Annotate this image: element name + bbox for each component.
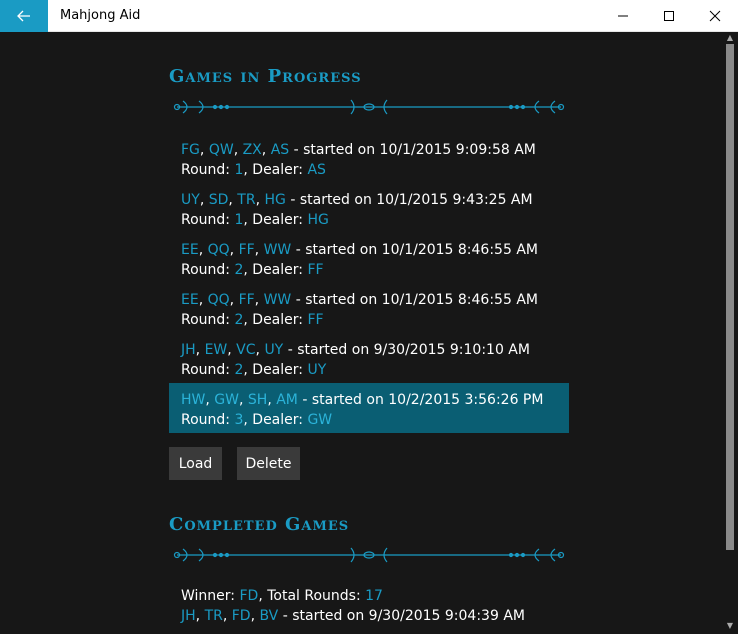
back-arrow-icon (17, 10, 30, 22)
game-list-item-selected[interactable]: HW, GW, SH, AM - started on 10/2/2015 3:… (169, 383, 569, 433)
game-list-item[interactable]: EE, QQ, FF, WW - started on 10/1/2015 8:… (169, 233, 569, 283)
game-round-line: Round: 3, Dealer: GW (181, 412, 333, 428)
maximize-icon (664, 11, 674, 21)
game-list-item[interactable]: EE, QQ, FF, WW - started on 10/1/2015 8:… (169, 283, 569, 333)
minimize-icon (618, 15, 628, 17)
app-title: Mahjong Aid (60, 8, 141, 23)
close-button[interactable] (692, 0, 738, 32)
game-players-line: JH, EW, VC, UY - started on 9/30/2015 9:… (181, 342, 530, 358)
game-players-line: UY, SD, TR, HG - started on 10/1/2015 9:… (181, 192, 533, 208)
game-round-line: Round: 2, Dealer: FF (181, 262, 324, 278)
vertical-scrollbar[interactable]: ▲ ▼ (722, 32, 738, 634)
game-round-line: Round: 1, Dealer: HG (181, 212, 329, 228)
completed-players-line: JH, TR, FD, BV - started on 9/30/2015 9:… (181, 608, 525, 624)
game-round-line: Round: 1, Dealer: AS (181, 162, 326, 178)
game-players-line: EE, QQ, FF, WW - started on 10/1/2015 8:… (181, 242, 538, 258)
game-list-item[interactable]: FG, QW, ZX, AS - started on 10/1/2015 9:… (169, 133, 569, 183)
games-in-progress-title: Games in Progress (169, 66, 362, 87)
ornamental-divider (173, 547, 565, 563)
completed-games-title: Completed Games (169, 514, 350, 535)
maximize-button[interactable] (646, 0, 692, 32)
delete-button[interactable]: Delete (237, 447, 300, 480)
game-round-line: Round: 2, Dealer: UY (181, 362, 327, 378)
back-button[interactable] (0, 0, 48, 32)
close-icon (709, 10, 721, 22)
title-bar: Mahjong Aid (0, 0, 738, 32)
scroll-up-icon[interactable]: ▲ (726, 34, 734, 42)
game-players-line: FG, QW, ZX, AS - started on 10/1/2015 9:… (181, 142, 536, 158)
completed-game-item[interactable]: Winner: FD, Total Rounds: 17 JH, TR, FD,… (169, 586, 569, 626)
game-round-line: Round: 2, Dealer: FF (181, 312, 324, 328)
scroll-thumb[interactable] (726, 44, 734, 550)
load-button[interactable]: Load (169, 447, 222, 480)
game-players-line: EE, QQ, FF, WW - started on 10/1/2015 8:… (181, 292, 538, 308)
game-list-item[interactable]: UY, SD, TR, HG - started on 10/1/2015 9:… (169, 183, 569, 233)
game-players-line: HW, GW, SH, AM - started on 10/2/2015 3:… (181, 392, 544, 408)
completed-winner-line: Winner: FD, Total Rounds: 17 (181, 588, 383, 604)
game-list-item[interactable]: JH, EW, VC, UY - started on 9/30/2015 9:… (169, 333, 569, 383)
scroll-down-icon[interactable]: ▼ (726, 622, 734, 630)
minimize-button[interactable] (600, 0, 646, 32)
ornamental-divider (173, 99, 565, 115)
main-content[interactable]: Games in Progress FG, QW, ZX, AS - start… (0, 32, 722, 634)
